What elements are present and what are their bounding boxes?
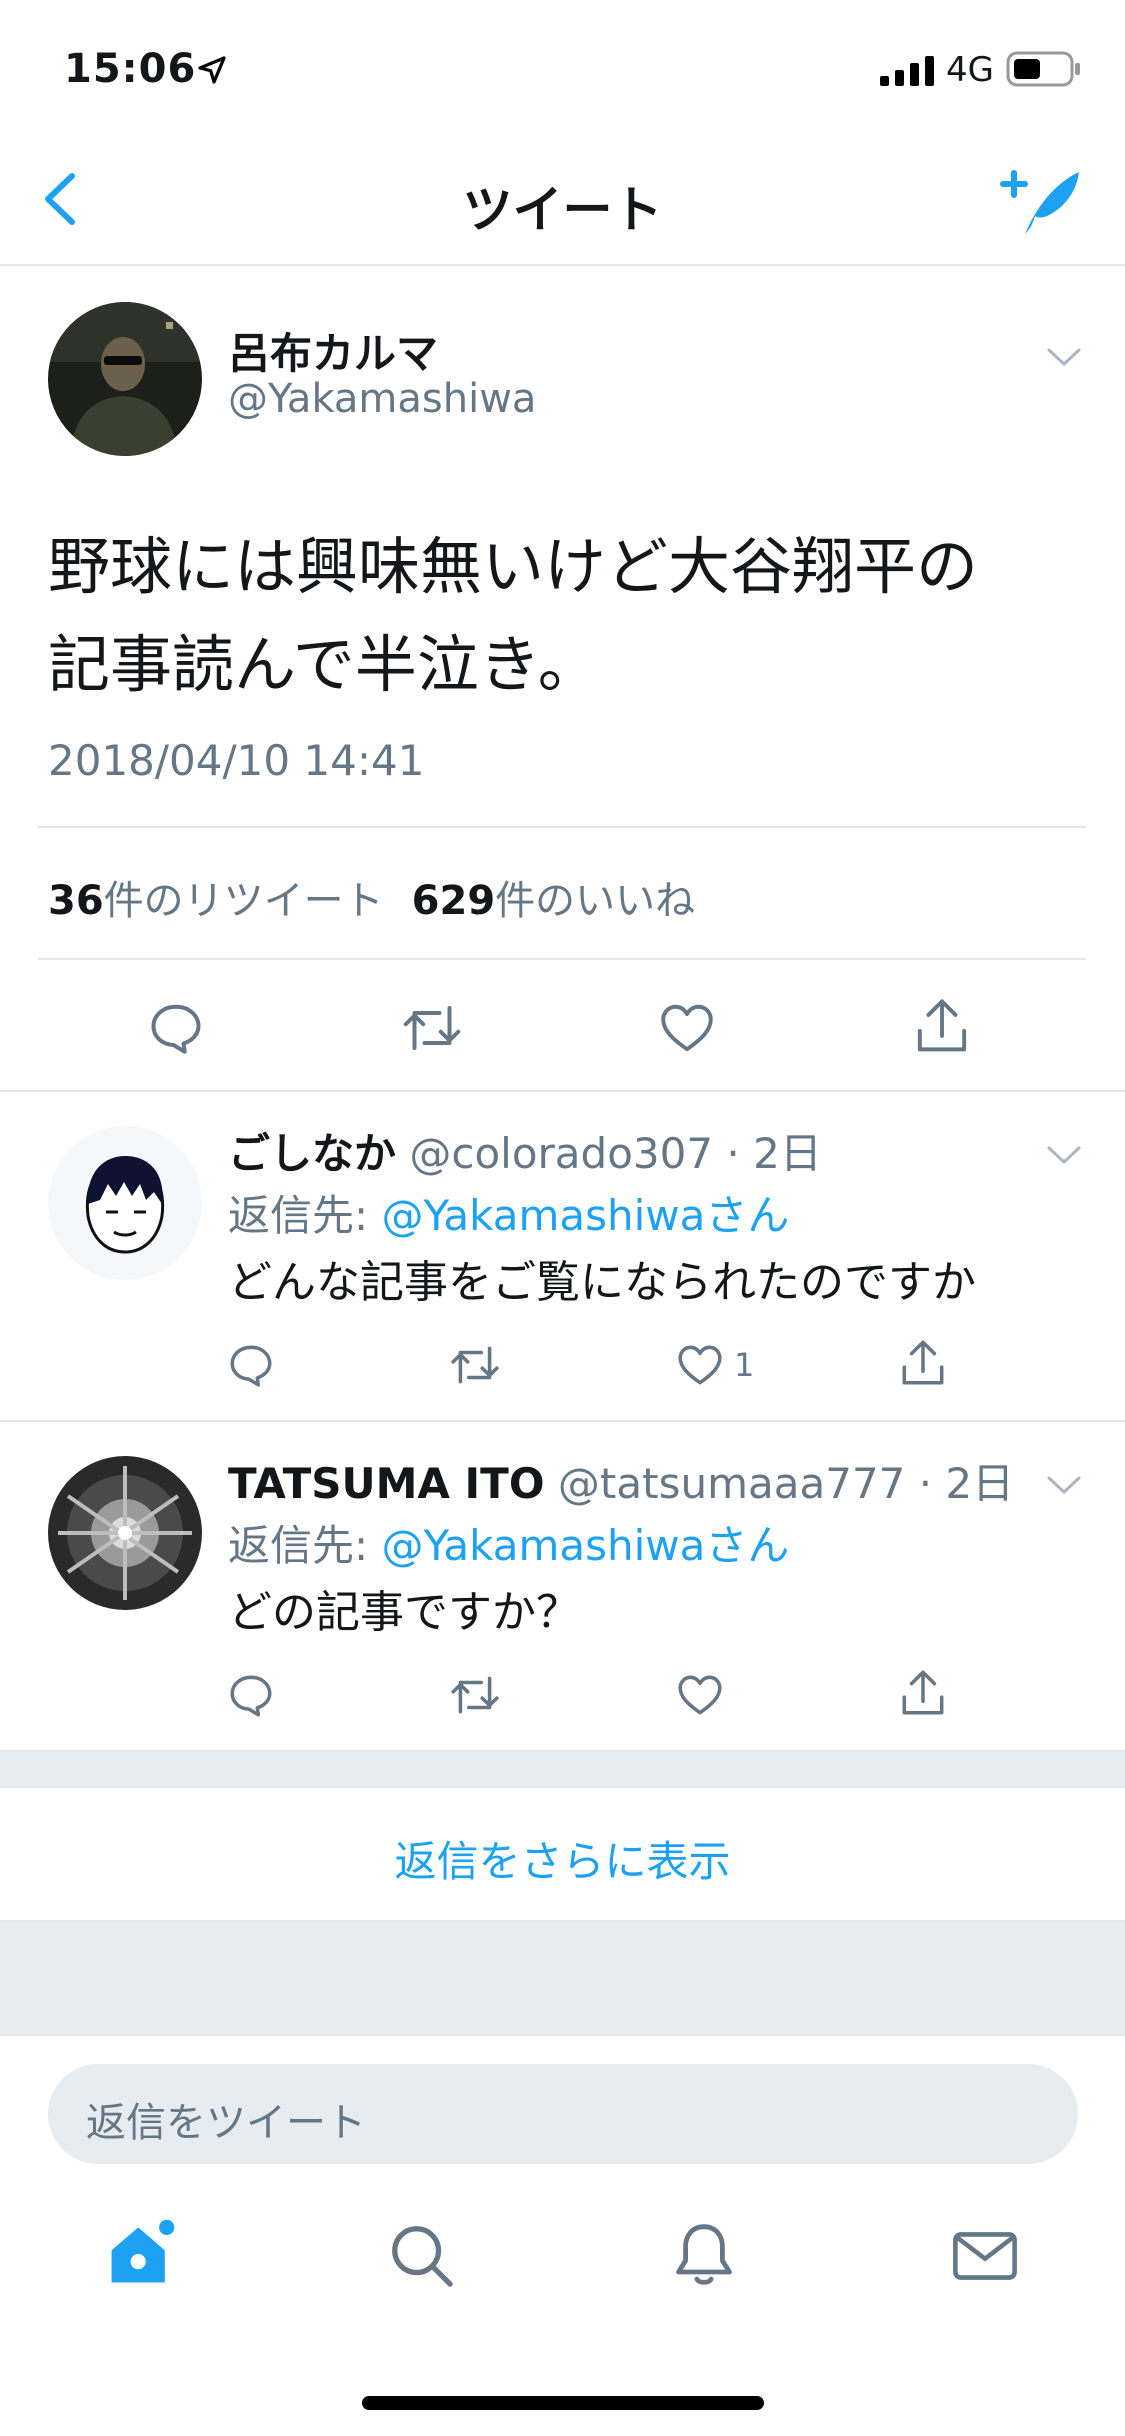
avatar[interactable]: [48, 1126, 202, 1280]
tweet-text: 野球には興味無いけど大谷翔平の 記事読んで半泣き。: [48, 518, 1088, 714]
reply-to: 返信先: @Yakamashiwaさん: [228, 1182, 789, 1243]
tweet-text-line: 記事読んで半泣き。: [48, 628, 600, 701]
like-label: 件のいいね: [495, 878, 696, 924]
avatar[interactable]: [48, 1456, 202, 1610]
author-name[interactable]: 呂布カルマ: [228, 320, 438, 381]
messages-icon[interactable]: [950, 2226, 1020, 2286]
reply-tweet[interactable]: ごしなか @colorado307 · 2日 返信先: @Yakamashiwa…: [0, 1092, 1125, 1422]
status-time: 15:06: [64, 46, 197, 92]
reply-text: どの記事ですか？: [228, 1587, 580, 1638]
nav-bar: ツイート: [0, 140, 1125, 266]
heart-icon[interactable]: [674, 1670, 726, 1720]
reply-to-link[interactable]: @Yakamashiwaさん: [382, 1191, 790, 1240]
network-type: 4G: [946, 50, 994, 90]
main-tweet: 呂布カルマ @Yakamashiwa 野球には興味無いけど大谷翔平の 記事読んで…: [0, 268, 1125, 1092]
section-separator: [0, 1752, 1125, 1786]
reply-author-name[interactable]: ごしなか: [228, 1129, 396, 1178]
like-count: 1: [734, 1346, 755, 1384]
share-icon[interactable]: [898, 1336, 948, 1390]
reply-to-link[interactable]: @Yakamashiwaさん: [382, 1521, 790, 1570]
reply-to-label: 返信先:: [228, 1521, 382, 1570]
battery-icon: [1006, 51, 1080, 87]
retweet-icon[interactable]: [446, 1340, 504, 1390]
heart-icon[interactable]: [656, 998, 718, 1058]
reply-to-label: 返信先:: [228, 1191, 382, 1240]
show-more-replies-label: 返信をさらに表示: [394, 1837, 731, 1886]
retweet-count: 36: [48, 878, 104, 924]
notifications-icon[interactable]: [670, 2218, 738, 2292]
divider: [38, 826, 1086, 828]
home-indicator: [362, 2396, 764, 2410]
reply-author-name[interactable]: TATSUMA ITO: [228, 1459, 545, 1508]
location-arrow-icon: [198, 56, 226, 84]
author-handle[interactable]: @Yakamashiwa: [228, 376, 536, 422]
reply-icon[interactable]: [146, 998, 206, 1058]
divider: [38, 958, 1086, 960]
reply-meta: @colorado307 · 2日: [409, 1129, 822, 1178]
reply-icon[interactable]: [226, 1670, 276, 1720]
share-icon[interactable]: [898, 1666, 948, 1720]
reply-composer-placeholder: 返信をツイート: [86, 2100, 366, 2146]
home-icon[interactable]: [104, 2216, 180, 2292]
heart-icon[interactable]: [674, 1340, 726, 1390]
share-icon[interactable]: [912, 994, 972, 1058]
tweet-stats: 36件のリツイート 629件のいいね: [48, 868, 695, 926]
chevron-down-icon[interactable]: [1046, 1144, 1082, 1166]
chevron-down-icon[interactable]: [1046, 1474, 1082, 1496]
reply-icon[interactable]: [226, 1340, 276, 1390]
status-bar: 15:06 4G: [0, 0, 1125, 140]
reply-header: ごしなか @colorado307 · 2日: [228, 1120, 822, 1181]
like-stat[interactable]: 629件のいいね: [412, 878, 696, 924]
reply-composer-input[interactable]: 返信をツイート: [48, 2064, 1078, 2164]
reply-header: TATSUMA ITO @tatsumaaa777 · 2日: [228, 1450, 1014, 1511]
retweet-icon[interactable]: [446, 1670, 504, 1720]
like-count: 629: [411, 878, 496, 924]
retweet-icon[interactable]: [398, 998, 466, 1058]
reply-to: 返信先: @Yakamashiwaさん: [228, 1512, 789, 1573]
signal-icon: [880, 56, 934, 86]
avatar[interactable]: [48, 302, 202, 456]
bottom-panel: 返信をツイート: [0, 2034, 1125, 2436]
section-separator: [0, 1922, 1125, 2034]
search-icon[interactable]: [386, 2220, 456, 2290]
reply-text: どんな記事をご覧になられたのですか: [228, 1257, 976, 1308]
show-more-replies[interactable]: 返信をさらに表示: [0, 1786, 1125, 1922]
retweet-label: 件のリツイート: [103, 878, 384, 924]
tweet-timestamp: 2018/04/10 14:41: [48, 736, 425, 785]
reply-tweet[interactable]: TATSUMA ITO @tatsumaaa777 · 2日 返信先: @Yak…: [0, 1422, 1125, 1752]
chevron-down-icon[interactable]: [1046, 346, 1082, 368]
retweet-stat[interactable]: 36件のリツイート: [48, 878, 384, 924]
page-title: ツイート: [462, 181, 663, 239]
reply-meta: @tatsumaaa777 · 2日: [557, 1459, 1015, 1508]
compose-tweet-icon[interactable]: [995, 160, 1085, 240]
tweet-text-line: 野球には興味無いけど大谷翔平の: [48, 530, 979, 603]
